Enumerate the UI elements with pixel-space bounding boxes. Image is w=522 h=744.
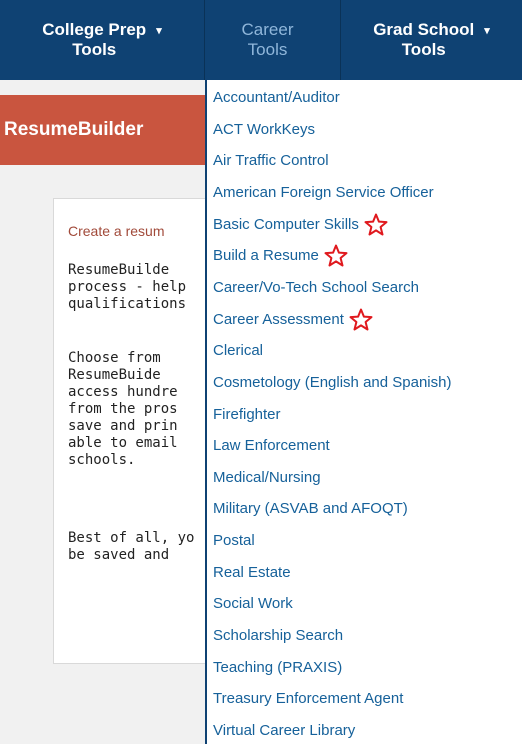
dropdown-menu-item[interactable]: Basic Computer Skills [213,212,388,238]
banner-title: ResumeBuilder [4,119,144,140]
card-paragraph: Choose from ResumeBuide access hundre fr… [68,350,178,468]
dropdown-menu-item[interactable]: Real Estate [213,560,291,586]
dropdown-menu-item[interactable]: Postal [213,528,255,554]
dropdown-menu-item[interactable]: Build a Resume [213,243,348,269]
menu-item-label: Social Work [213,595,293,612]
menu-item-label: American Foreign Service Officer [213,184,434,201]
nav-tab-career-tools[interactable]: Career Tools [205,0,341,80]
resumebuilder-banner[interactable]: ResumeBuilder [0,95,206,165]
dropdown-menu-item[interactable]: Social Work [213,591,293,617]
dropdown-menu-item[interactable]: Clerical [213,338,263,364]
nav-tab-college-prep-tools[interactable]: College Prep Tools ▾ [0,0,205,80]
menu-item-label: Cosmetology (English and Spanish) [213,374,452,391]
menu-item-label: Law Enforcement [213,437,330,454]
menu-item-label: Accountant/Auditor [213,89,340,106]
dropdown-menu-item[interactable]: ACT WorkKeys [213,117,315,143]
nav-tab-line2: Tools [401,40,446,59]
menu-item-label: Teaching (PRAXIS) [213,659,343,676]
menu-item-label: Air Traffic Control [213,152,329,169]
dropdown-menu-item[interactable]: Accountant/Auditor [213,85,340,111]
dropdown-menu-item[interactable]: Air Traffic Control [213,148,329,174]
chevron-down-icon: ▾ [484,25,490,37]
menu-item-label: ACT WorkKeys [213,121,315,138]
menu-item-label: Real Estate [213,564,291,581]
star-icon [349,308,373,331]
card-paragraph: Best of all, yo be saved and [68,530,195,563]
dropdown-menu-item[interactable]: Medical/Nursing [213,465,321,491]
dropdown-menu-item[interactable]: Virtual Career Library [213,718,355,744]
nav-tab-line2: Tools [72,40,117,59]
career-tools-dropdown-menu: Accountant/Auditor ACT WorkKeys Air Traffi… [205,80,522,744]
dropdown-menu-item[interactable]: Firefighter [213,402,281,428]
menu-item-label: Firefighter [213,406,281,423]
menu-item-label: Military (ASVAB and AFOQT) [213,500,408,517]
nav-tab-label: College Prep Tools [42,20,146,60]
dropdown-menu-item[interactable]: Career/Vo-Tech School Search [213,275,419,301]
dropdown-menu-item[interactable]: Scholarship Search [213,623,343,649]
nav-tab-line1: College Prep [42,20,147,39]
menu-item-label: Career Assessment [213,311,344,328]
nav-tab-line1: Grad School [373,20,475,39]
dropdown-menu-item[interactable]: Cosmetology (English and Spanish) [213,370,451,396]
menu-item-label: Basic Computer Skills [213,216,359,233]
nav-tab-line2: Tools [247,40,288,59]
chevron-down-icon: ▾ [156,25,162,37]
star-icon [324,244,348,267]
menu-item-label: Treasury Enforcement Agent [213,690,404,707]
menu-item-label: Virtual Career Library [213,722,356,739]
top-navigation: College Prep Tools ▾ Career Tools Grad S… [0,0,522,80]
menu-item-label: Career/Vo-Tech School Search [213,279,419,296]
dropdown-menu-item[interactable]: Military (ASVAB and AFOQT) [213,496,408,522]
dropdown-menu-item[interactable]: Teaching (PRAXIS) [213,655,342,681]
card-paragraph: ResumeBuilde process - help qualificatio… [68,262,187,312]
dropdown-menu-item[interactable]: American Foreign Service Officer [213,180,434,206]
card-lead-text: Create a resum [68,223,165,239]
nav-tab-label: Career Tools [242,20,304,60]
menu-item-label: Medical/Nursing [213,469,321,486]
nav-tab-grad-school-tools[interactable]: Grad School Tools ▾ [341,0,522,80]
nav-tab-line1: Career [241,20,294,39]
star-icon [364,213,388,236]
dropdown-menu-item[interactable]: Treasury Enforcement Agent [213,686,403,712]
dropdown-menu-item[interactable]: Career Assessment [213,307,373,333]
menu-item-label: Scholarship Search [213,627,344,644]
dropdown-menu-item[interactable]: Law Enforcement [213,433,330,459]
nav-tab-label: Grad School Tools [373,20,474,60]
menu-item-label: Clerical [213,342,264,359]
menu-item-label: Build a Resume [213,247,319,264]
menu-item-label: Postal [213,532,255,549]
